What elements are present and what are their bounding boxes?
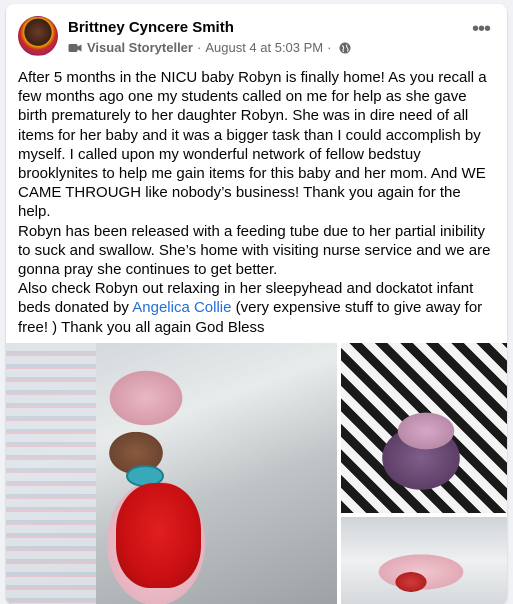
photo-grid [6,343,507,604]
post-paragraph: After 5 months in the NICU baby Robyn is… [18,69,487,221]
hospital-blanket [6,343,96,604]
storyteller-badge-icon [68,42,82,54]
post-header: Brittney Cyncere Smith Visual Storytelle… [18,16,495,62]
red-stuffed-toy [116,483,201,588]
meta-separator: · [327,40,332,55]
author-avatar[interactable] [18,16,58,56]
globe-icon [339,42,351,54]
meta-separator: · [196,40,202,55]
tagged-user-link[interactable]: Angelica Collie [132,299,231,316]
photo-baby-in-infant-bed[interactable] [341,517,507,604]
post-paragraph: Also check Robyn out relaxing in her sle… [18,279,496,337]
photo-baby-in-patterned-bed[interactable] [341,343,507,513]
author-name[interactable]: Brittney Cyncere Smith [68,19,234,36]
photo-baby-in-pink-with-red-toy[interactable] [6,343,337,604]
post-meta: Visual Storyteller · August 4 at 5:03 PM… [68,40,351,55]
post-card: Brittney Cyncere Smith Visual Storytelle… [6,4,507,604]
more-options-icon[interactable]: ••• [467,19,495,42]
author-role: Visual Storyteller [87,40,193,55]
post-timestamp[interactable]: August 4 at 5:03 PM [205,40,323,55]
post-paragraph: Robyn has been released with a feeding t… [18,222,491,279]
post-text: After 5 months in the NICU baby Robyn is… [18,68,496,337]
